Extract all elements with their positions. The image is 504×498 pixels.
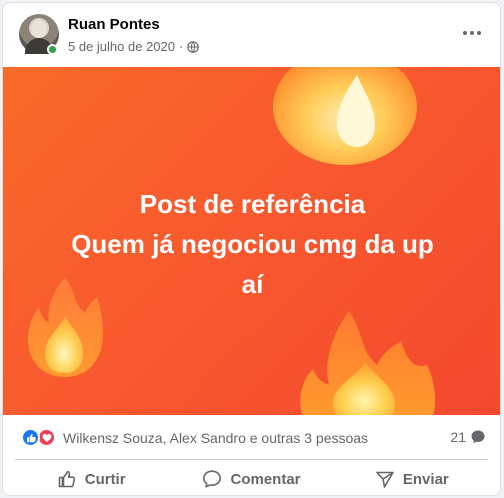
post-text: Post de referência Quem já negociou cmg … (3, 184, 500, 304)
meta-separator: · (178, 39, 184, 54)
online-status-indicator (47, 44, 58, 55)
post-background-text[interactable]: Post de referência Quem já negociou cmg … (3, 67, 500, 415)
like-button[interactable]: Curtir (11, 461, 171, 495)
comments-count[interactable]: 21 (450, 429, 486, 445)
post-text-line: aí (241, 269, 264, 299)
fire-emoji-icon (273, 67, 417, 165)
post-header: Ruan Pontes 5 de julho de 2020 · (3, 3, 500, 65)
post-date[interactable]: 5 de julho de 2020 (68, 39, 175, 54)
post-text-line: Post de referência (139, 189, 366, 219)
comments-count-value: 21 (450, 429, 466, 445)
divider (15, 459, 488, 460)
send-icon (376, 471, 394, 488)
post-card: Ruan Pontes 5 de julho de 2020 · Post de… (2, 2, 501, 496)
more-dot-icon (463, 31, 467, 35)
fire-emoji-icon (300, 311, 435, 415)
like-button-label: Curtir (84, 470, 126, 488)
post-meta: 5 de julho de 2020 · (68, 39, 200, 54)
send-button-label: Enviar (402, 470, 449, 488)
reactors-summary[interactable]: Wilkensz Souza, Alex Sandro e outras 3 p… (63, 430, 368, 446)
more-dot-icon (470, 31, 474, 35)
comment-icon (203, 470, 222, 488)
avatar-face (31, 20, 47, 38)
comment-button-label: Comentar (230, 470, 301, 488)
thumbs-up-icon (58, 470, 75, 488)
send-button[interactable]: Enviar (332, 461, 492, 495)
more-dot-icon (477, 31, 481, 35)
like-icon (21, 428, 40, 447)
author-name[interactable]: Ruan Pontes (68, 16, 160, 33)
reaction-icons[interactable] (21, 428, 59, 448)
comment-bubble-icon (471, 430, 485, 444)
more-options-button[interactable] (458, 19, 486, 47)
globe-icon[interactable] (187, 40, 200, 53)
reactions-bar: Wilkensz Souza, Alex Sandro e outras 3 p… (3, 415, 500, 459)
comment-button[interactable]: Comentar (171, 461, 331, 495)
post-actions: Curtir Comentar Enviar (11, 461, 492, 495)
post-text-line: Quem já negociou cmg da up (71, 229, 434, 259)
